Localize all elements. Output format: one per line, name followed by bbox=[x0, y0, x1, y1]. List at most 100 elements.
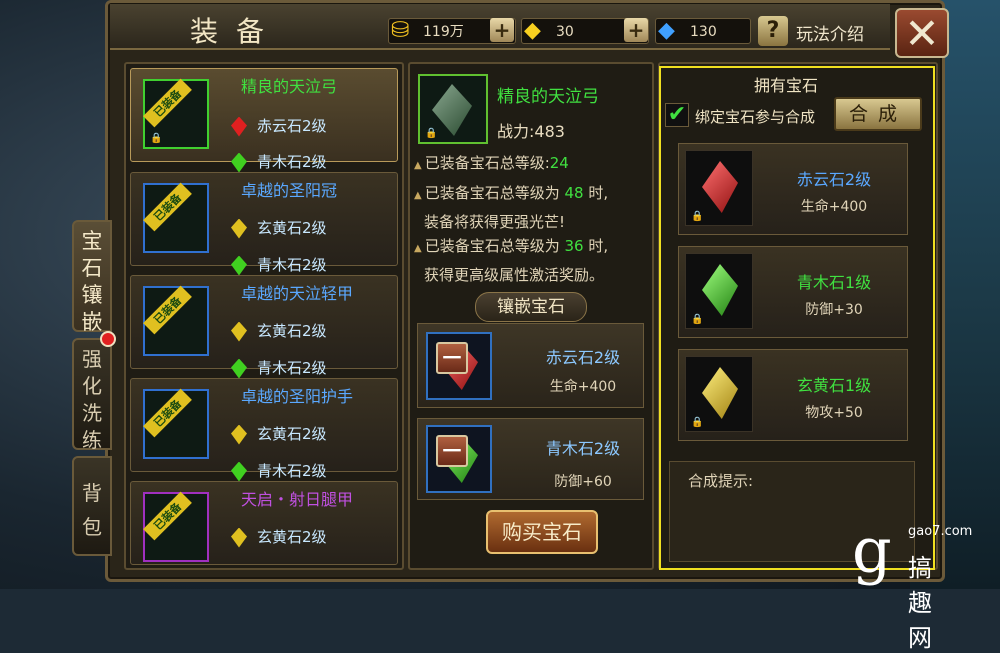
gem-icon bbox=[231, 321, 247, 342]
lock-icon: 🔒 bbox=[425, 128, 438, 139]
slot-gem-icon: − bbox=[426, 425, 492, 493]
tab-backpack[interactable]: 背包 bbox=[72, 456, 112, 556]
equipment-name: 卓越的圣阳冠 bbox=[241, 181, 338, 200]
slot-gem-name: 赤云石2级 bbox=[545, 348, 621, 367]
gem-icon bbox=[231, 358, 247, 379]
owned-gem-stat: 物攻+50 bbox=[805, 405, 863, 421]
gameplay-intro-link[interactable]: 玩法介绍 bbox=[796, 20, 864, 45]
tab-gem-inlay[interactable]: 宝石镶嵌 bbox=[72, 220, 112, 334]
inlay-slot-1[interactable]: − 赤云石2级 生命+400 bbox=[417, 323, 644, 408]
tab-enhance-refine[interactable]: 强化洗练 bbox=[72, 338, 112, 452]
equipment-icon: 已装备 🔒 bbox=[143, 78, 209, 149]
equipped-badge: 已装备 bbox=[143, 78, 192, 128]
watermark-logo: g bbox=[852, 514, 892, 587]
slot-gem-name: 青木石2级 bbox=[545, 439, 621, 458]
checkmark-icon: ✔ bbox=[667, 102, 687, 127]
watermark: g gao7.com 搞趣网 bbox=[852, 514, 972, 653]
yellow-gem-icon: ◆ bbox=[524, 18, 541, 43]
reward-req-post: 时, bbox=[588, 237, 609, 255]
bow-icon bbox=[432, 84, 472, 136]
green-gem-icon bbox=[702, 264, 738, 316]
gold-value: 119万 bbox=[423, 24, 464, 40]
owned-gem-name: 玄黄石1级 bbox=[796, 376, 872, 395]
owned-gem-icon: 🔒 bbox=[685, 356, 753, 432]
add-yellow-gem-button[interactable]: + bbox=[624, 18, 648, 42]
slot-gem-stat: 防御+60 bbox=[554, 474, 612, 490]
window-title: 装备 bbox=[190, 15, 283, 48]
owned-gem-item[interactable]: 🔒 赤云石2级 生命+400 bbox=[678, 143, 908, 235]
owned-gem-icon: 🔒 bbox=[685, 253, 753, 329]
gem-name: 玄黄石2级 bbox=[257, 219, 327, 237]
bind-gem-checkbox[interactable]: ✔ bbox=[665, 103, 689, 127]
red-gem-icon bbox=[702, 161, 738, 213]
total-gem-level-line: ▲ 已装备宝石总等级:24 bbox=[414, 150, 569, 179]
close-button[interactable]: ✕ bbox=[895, 8, 949, 58]
watermark-name: 搞趣网 bbox=[908, 554, 934, 652]
reward-req-result: 获得更高级属性激活奖励。 bbox=[424, 266, 605, 284]
bullet-icon: ▲ bbox=[414, 190, 422, 201]
remove-gem-button[interactable]: − bbox=[436, 435, 468, 467]
close-icon: ✕ bbox=[904, 9, 940, 58]
equipment-gem: 青木石2级 bbox=[231, 151, 327, 173]
equipment-name: 卓越的天泣轻甲 bbox=[241, 284, 354, 303]
power-value: 483 bbox=[534, 122, 565, 141]
equipment-name: 精良的天泣弓 bbox=[241, 77, 338, 96]
equipment-item[interactable]: 已装备 卓越的天泣轻甲玄黄石2级青木石2级 bbox=[130, 275, 398, 379]
total-level-label: 已装备宝石总等级: bbox=[424, 154, 550, 172]
reward-requirement-text: ▲ 已装备宝石总等级为 36 时, 获得更高级属性激活奖励。 bbox=[414, 233, 608, 288]
slot-gem-icon: − bbox=[426, 332, 492, 400]
gem-name: 赤云石2级 bbox=[257, 117, 327, 135]
owned-gem-item[interactable]: 🔒 青木石1级 防御+30 bbox=[678, 246, 908, 338]
equipment-gem: 青木石2级 bbox=[231, 254, 327, 276]
equipment-gem: 玄黄石2级 bbox=[231, 320, 327, 342]
inlay-slot-2[interactable]: − 青木石2级 防御+60 bbox=[417, 418, 644, 500]
equipped-badge: 已装备 bbox=[143, 285, 192, 335]
equipped-badge: 已装备 bbox=[143, 491, 192, 541]
reward-req-pre: 已装备宝石总等级为 bbox=[424, 237, 560, 255]
glow-req-result: 装备将获得更强光芒! bbox=[424, 213, 566, 231]
owned-gem-item[interactable]: 🔒 玄黄石1级 物攻+50 bbox=[678, 349, 908, 441]
total-level-value: 24 bbox=[549, 154, 569, 172]
equipment-gem: 青木石2级 bbox=[231, 357, 327, 379]
glow-req-level: 48 bbox=[564, 184, 584, 202]
tab-gem-inlay-label: 宝石镶嵌 bbox=[81, 229, 103, 334]
equipment-gem: 玄黄石2级 bbox=[231, 217, 327, 239]
equipment-name: 天启・射日腿甲 bbox=[241, 490, 354, 509]
gem-icon bbox=[231, 218, 247, 239]
equipment-icon: 已装备 bbox=[143, 285, 209, 356]
equipment-name: 卓越的圣阳护手 bbox=[241, 387, 354, 406]
power-label: 战力: bbox=[497, 122, 535, 141]
yellow-gem-value: 30 bbox=[556, 24, 574, 40]
gem-name: 青木石2级 bbox=[257, 256, 327, 274]
add-gold-button[interactable]: + bbox=[490, 18, 514, 42]
help-icon[interactable]: ? bbox=[758, 16, 788, 46]
gem-name: 青木石2级 bbox=[257, 462, 327, 480]
owned-gem-stat: 防御+30 bbox=[805, 302, 863, 318]
owned-gem-icon: 🔒 bbox=[685, 150, 753, 226]
owned-gem-name: 赤云石2级 bbox=[796, 170, 872, 189]
owned-gem-stat: 生命+400 bbox=[800, 199, 868, 215]
equipment-item[interactable]: 已装备 卓越的圣阳护手 玄黄石2级 青木石2级 bbox=[130, 378, 398, 482]
equipment-gem: 玄黄石2级 bbox=[231, 423, 327, 445]
combine-button[interactable]: 合成 bbox=[834, 97, 922, 131]
lock-icon: 🔒 bbox=[691, 417, 704, 428]
diamond-value: 130 bbox=[690, 24, 717, 40]
gem-name: 玄黄石2级 bbox=[257, 425, 327, 443]
gold-coins-icon: ⛁ bbox=[391, 18, 410, 43]
diamond-counter: ◆ 130 bbox=[655, 18, 751, 44]
equipment-item[interactable]: 已装备 🔒 精良的天泣弓 赤云石2级青木石2级 bbox=[130, 68, 398, 173]
selected-item-name: 精良的天泣弓 bbox=[497, 87, 599, 107]
reward-req-level: 36 bbox=[564, 237, 584, 255]
combat-power: 战力:483 bbox=[497, 118, 565, 142]
inlay-gem-heading: 镶嵌宝石 bbox=[475, 292, 587, 322]
tab-backpack-label: 背包 bbox=[82, 481, 102, 539]
equipment-item[interactable]: 已装备 天启・射日腿甲玄黄石2级 bbox=[130, 481, 398, 565]
buy-gem-button[interactable]: 购买宝石 bbox=[486, 510, 598, 554]
selected-item-icon: 🔒 bbox=[418, 74, 488, 144]
lock-icon: 🔒 bbox=[691, 211, 704, 222]
gem-icon bbox=[231, 255, 247, 276]
bullet-icon: ▲ bbox=[414, 160, 422, 171]
equipment-item[interactable]: 已装备 卓越的圣阳冠 玄黄石2级 青木石2级 bbox=[130, 172, 398, 276]
remove-gem-button[interactable]: − bbox=[436, 342, 468, 374]
equipment-gem: 玄黄石2级 bbox=[231, 526, 327, 548]
